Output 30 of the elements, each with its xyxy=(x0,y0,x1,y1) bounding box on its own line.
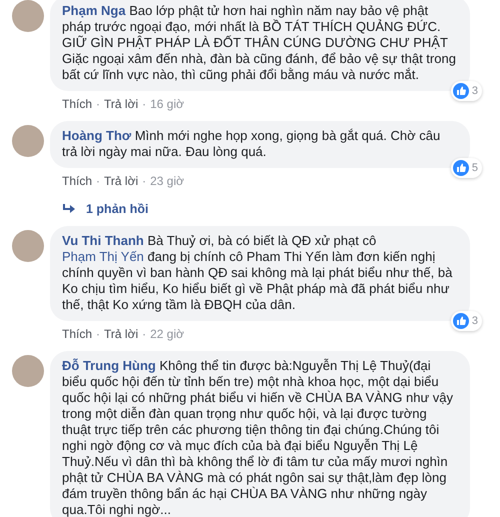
separator-dot: · xyxy=(142,174,146,188)
avatar[interactable] xyxy=(12,230,44,262)
separator-dot: · xyxy=(142,327,146,341)
mention-link[interactable]: Phạm Thị Yến xyxy=(62,249,144,264)
separator-dot: · xyxy=(96,327,100,341)
action-link[interactable]: Thích xyxy=(62,97,92,111)
replies-link[interactable]: 1 phản hồi xyxy=(86,202,148,216)
author-name[interactable]: Vu Thi Thanh xyxy=(62,233,144,248)
author-name[interactable]: Hoàng Thơ xyxy=(62,128,132,143)
author-name[interactable]: Phạm Nga xyxy=(62,3,126,18)
like-count: 3 xyxy=(472,315,478,327)
avatar[interactable] xyxy=(12,355,44,387)
action-link[interactable]: Thích xyxy=(62,174,92,188)
avatar[interactable] xyxy=(12,125,44,157)
separator-dot: · xyxy=(96,174,100,188)
comment-text: Phạm Nga Bao lớp phật tử hơn hai nghìn năm nay bảo vệ phật pháp trước ngoại đạo, mới nhất là BỒ TÁT THÍCH QUẢNG ĐỨC. GIỮ GÌN PHẬT PHÁP LÀ ĐỐT THÂN CÚNG DƯỜNG CHƯ PHẬT Giặc ngoại xâm đến nhà, đàn bà cũng đánh, để bảo vệ sự thật trong bất cứ lĩnh vực nào, thì cũng phải đổi bằng máu và nước mắt. xyxy=(62,3,457,83)
comment-text: Vu Thi Thanh Bà Thuỷ ơi, bà có biết là QĐ xử phạt cô Phạm Thị Yến đang bị chính cô Pham Thi Yến làm đơn kiến nghị chính quyền vì ban hành QĐ sai không mà lại phát biểu như thế, bà Ko chịu tìm hiểu, Ko hiểu biết gì về Phật pháp mà đã phát biểu như thế, thật Ko xứng tầm là ĐBQH của dân. xyxy=(62,233,454,313)
separator-dot: · xyxy=(96,97,100,111)
like-count: 3 xyxy=(472,85,478,97)
comment-text: Đỗ Trung Hùng Không thể tin được bà:Nguyễn Thị Lệ Thuỷ(đại biểu quốc hội đến từ tỉnh bến tre) một nhà khoa học, một dại biểu quốc hội lại có những phát biểu vi hiến về CHÙA BA VÀNG như vậy trong một diễn đàn quan trọng như quốc hội, và lại được tường thuật trực tiếp trên các phương tiện thông tin đại chúng.Chúng tôi nghi ngờ động cơ và mục đích của bà đại biểu Nguyễn Thị Lệ Thuỷ.Nếu vì dân thì bà không thể lờ đi tâm tư của mấy mươi nghìn phật tử CHÙA BA VÀNG mà có phát ngôn sai sự thật,làm đẹp lòng đám truyền thông bẩn ác hại CHÙA BA VÀNG như những ngày qua.Tôi nghi ngờ... xyxy=(62,358,454,517)
avatar[interactable] xyxy=(12,0,44,32)
comment-text: Hoàng Thơ Mình mới nghe họp xong, giọng bà gắt quá. Chờ câu trả lời ngày mai nữa. Đau lòng quá. xyxy=(62,128,442,160)
action-link[interactable]: Trả lời xyxy=(104,327,138,341)
separator-dot: · xyxy=(142,97,146,111)
action-link[interactable]: Trả lời xyxy=(104,97,138,111)
like-count: 5 xyxy=(472,162,478,174)
action-link[interactable]: Thích xyxy=(62,327,92,341)
reply-arrow-icon xyxy=(62,203,76,215)
author-name[interactable]: Đỗ Trung Hùng xyxy=(62,358,156,373)
action-link[interactable]: Trả lời xyxy=(104,174,138,188)
